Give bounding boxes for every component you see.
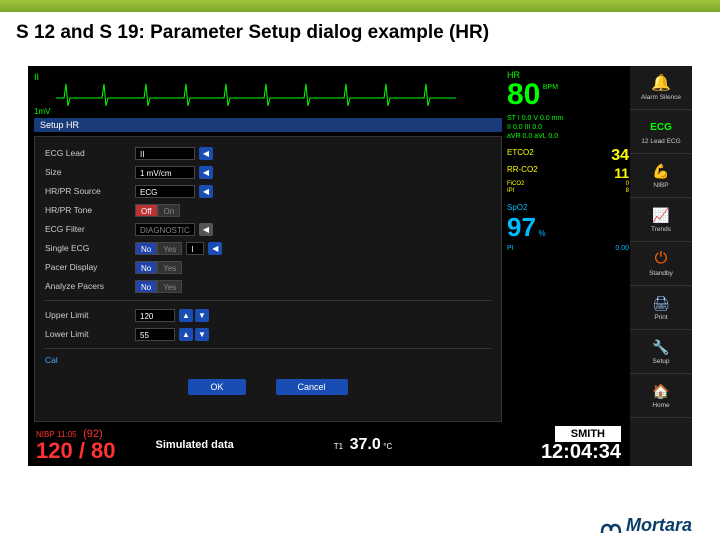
cancel-button[interactable]: Cancel — [276, 379, 348, 395]
lead-label: II — [34, 72, 39, 82]
st-block: ST I 0.0 V 0.0 mm II 0.0 III 0.0 aVR 0.0… — [507, 114, 629, 141]
analyze-pacers-toggle[interactable]: NoYes — [135, 280, 182, 293]
sidebar: 🔔 Alarm Silence ECG 12 Lead ECG 💪 NIBP 📈… — [630, 66, 692, 466]
slide-title: S 12 and S 19: Parameter Setup dialog ex… — [0, 12, 720, 52]
alarm-silence-button[interactable]: 🔔 Alarm Silence — [630, 66, 692, 110]
simulated-label: Simulated data — [156, 439, 234, 451]
hrpr-tone-toggle[interactable]: OffOn — [135, 204, 180, 217]
trends-button[interactable]: 📈 Trends — [630, 198, 692, 242]
single-ecg-toggle[interactable]: NoYes — [135, 242, 182, 255]
pacer-display-toggle[interactable]: NoYes — [135, 261, 182, 274]
bell-icon: 🔔 — [651, 74, 671, 92]
ecg-lead-value[interactable]: II — [135, 147, 195, 160]
etco2-label: ETCO2 — [507, 148, 534, 157]
nibp-button[interactable]: 💪 NIBP — [630, 154, 692, 198]
single-ecg-extra[interactable]: I — [186, 242, 204, 255]
12-lead-ecg-button[interactable]: ECG 12 Lead ECG — [630, 110, 692, 154]
arrow-up-icon[interactable]: ▲ — [179, 328, 193, 341]
nibp-value: 120 / 80 — [36, 438, 116, 463]
ok-button[interactable]: OK — [188, 379, 245, 395]
spo2-value: 97 — [507, 212, 536, 242]
monitor-screen: II 1mV Setup HR ECG Lead II ◀ Size 1 mV/… — [28, 66, 692, 466]
arrow-up-icon[interactable]: ▲ — [179, 309, 193, 322]
wrench-icon: 🔧 — [651, 338, 671, 356]
standby-button[interactable]: ⏻ Standby — [630, 242, 692, 286]
printer-icon: 🖨 — [651, 294, 671, 312]
home-icon: 🏠 — [651, 382, 671, 400]
size-label: Size — [45, 167, 135, 177]
hrpr-source-value[interactable]: ECG — [135, 185, 195, 198]
pi-label: PI — [507, 245, 514, 252]
ecg-lead-label: ECG Lead — [45, 148, 135, 158]
analyze-pacers-label: Analyze Pacers — [45, 281, 135, 291]
lower-limit-value[interactable]: 55 — [135, 328, 175, 341]
rrco2-label: RR-CO2 — [507, 165, 538, 174]
hrpr-source-label: HR/PR Source — [45, 186, 135, 196]
ecg-icon: ECG — [651, 118, 671, 136]
ecg-waveform-area: II 1mV — [34, 72, 502, 116]
upper-limit-label: Upper Limit — [45, 310, 135, 320]
hrpr-tone-label: HR/PR Tone — [45, 205, 135, 215]
bottom-bar: NIBP 11:05 (92) 120 / 80 Simulated data … — [28, 424, 629, 466]
footer-logo: Mortara — [600, 515, 692, 536]
t1-label: T1 — [334, 442, 343, 451]
power-icon: ⏻ — [651, 250, 671, 268]
hr-value: 80 — [507, 80, 540, 110]
scale-label: 1mV — [34, 107, 50, 116]
spo2-label: SpO2 — [507, 203, 527, 212]
arrow-left-icon[interactable]: ◀ — [199, 147, 213, 160]
single-ecg-label: Single ECG — [45, 243, 135, 253]
print-button[interactable]: 🖨 Print — [630, 286, 692, 330]
ecg-filter-value[interactable]: DIAGNOSTIC — [135, 223, 195, 236]
ecg-filter-label: ECG Filter — [45, 224, 135, 234]
arrow-left-icon[interactable]: ◀ — [208, 242, 222, 255]
arm-icon: 💪 — [651, 162, 671, 180]
arrow-left-icon: ◀ — [199, 223, 213, 236]
pi-value: 0.00 — [615, 245, 629, 252]
arrow-left-icon[interactable]: ◀ — [199, 166, 213, 179]
upper-limit-value[interactable]: 120 — [135, 309, 175, 322]
etco2-value: 34 — [611, 147, 629, 165]
home-button[interactable]: 🏠 Home — [630, 374, 692, 418]
hr-unit: BPM — [543, 84, 558, 91]
size-value[interactable]: 1 mV/cm — [135, 166, 195, 179]
lower-limit-label: Lower Limit — [45, 329, 135, 339]
chart-icon: 📈 — [651, 206, 671, 224]
rrco2-value: 11 — [614, 165, 629, 181]
t1-value: 37.0 — [350, 436, 381, 453]
setup-header: Setup HR — [34, 118, 502, 132]
arrow-down-icon[interactable]: ▼ — [195, 309, 209, 322]
clock: 12:04:34 — [541, 441, 621, 464]
pacer-display-label: Pacer Display — [45, 262, 135, 272]
arrow-left-icon[interactable]: ◀ — [199, 185, 213, 198]
ecg-trace — [56, 76, 456, 112]
patient-name[interactable]: SMITH — [555, 426, 621, 442]
cal-button[interactable]: Cal — [45, 355, 491, 365]
arrow-down-icon[interactable]: ▼ — [195, 328, 209, 341]
vitals-panel: HR 80 BPM ST I 0.0 V 0.0 mm II 0.0 III 0… — [507, 70, 629, 252]
setup-button[interactable]: 🔧 Setup — [630, 330, 692, 374]
setup-dialog: ECG Lead II ◀ Size 1 mV/cm ◀ HR/PR Sourc… — [34, 136, 502, 422]
